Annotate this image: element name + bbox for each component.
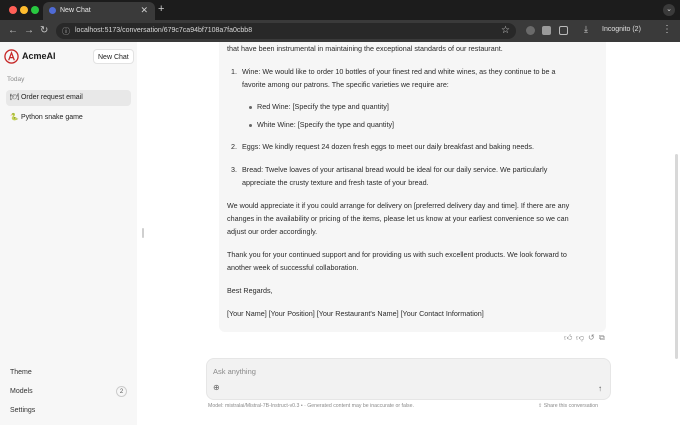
copy-icon[interactable]: ⧉ [599,333,605,343]
message-text: White Wine: [Specify the type and quanti… [257,120,395,129]
bullet-icon [249,106,252,109]
message-text: favorite among our patrons. The specific… [242,80,449,89]
settings-button[interactable]: Settings [10,407,35,414]
extension-icon[interactable] [526,26,535,35]
message-text: We would appreciate it if you could arra… [227,201,570,210]
message-input[interactable] [213,365,573,377]
sidebar: AcmeAI New Chat Today 🍽 Order request em… [0,42,137,425]
list-number: 1. [231,67,237,76]
minimize-window-button[interactable] [20,6,28,14]
browser-toolbar: ← → ↻ ⓘ localhost:5173/conversation/679c… [0,20,680,42]
brand-name: AcmeAI [22,51,56,61]
thumbs-up-icon[interactable]: 👍︎ [564,333,572,343]
chat-emoji-icon: 🐍 [10,114,19,121]
message-text: Bread: Twelve loaves of your artisanal b… [242,165,548,174]
scrollbar[interactable] [675,154,678,359]
models-button[interactable]: Models [10,388,33,395]
message-text: that have been instrumental in maintaini… [227,44,503,53]
message-text: Red Wine: [Specify the type and quantity… [257,102,389,111]
download-icon[interactable]: ⤓ [584,24,593,34]
list-number: 3. [231,165,237,174]
title-bar: New Chat ✕ + ⌄ [0,0,680,20]
message-text: Best Regards, [227,286,273,295]
model-disclaimer: Model: mistralai/Mistral-7B-Instruct-v0.… [208,403,414,409]
web-search-globe-icon[interactable]: ⊕ [213,383,223,393]
browser-tab[interactable]: New Chat ✕ [43,2,155,20]
message-text: Thank you for your continued support and… [227,250,567,259]
list-number: 2. [231,142,237,151]
acmeai-logo-icon [4,49,19,64]
address-bar[interactable]: ⓘ localhost:5173/conversation/679c7ca94b… [56,23,516,39]
tab-title: New Chat [60,7,91,14]
tab-close-icon[interactable]: ✕ [140,5,148,16]
message-text: Wine: We would like to order 10 bottles … [242,67,556,76]
close-window-button[interactable] [9,6,17,14]
bookmark-star-icon[interactable]: ☆ [501,25,510,36]
new-tab-button[interactable]: + [158,3,164,15]
assistant-message: that have been instrumental in maintaini… [219,42,606,332]
message-text: another week of successful collaboration… [227,263,359,272]
url-text[interactable]: localhost:5173/conversation/679c7ca94bf7… [75,27,252,34]
site-info-icon[interactable]: ⓘ [62,26,72,36]
tab-favicon-icon [49,7,56,14]
extensions-puzzle-icon[interactable] [559,26,568,35]
message-text: [Your Name] [Your Position] [Your Restau… [227,309,484,318]
bullet-icon [249,124,252,127]
regenerate-icon[interactable]: ↺ [588,333,595,342]
message-text: Eggs: We kindly request 24 dozen fresh e… [242,142,534,151]
share-label: Share this conversation [543,403,599,409]
models-count-badge: 2 [116,386,127,397]
extension-icon[interactable] [542,26,551,35]
browser-menu-icon[interactable]: ⋮ [662,24,672,35]
message-text: changes in the availability or pricing o… [227,214,569,223]
back-button[interactable]: ← [8,25,18,37]
browser-window: New Chat ✕ + ⌄ ← → ↻ ⓘ localhost:5173/co… [0,0,680,425]
send-button[interactable]: ↑ [595,384,605,394]
share-conversation-link[interactable]: ⇪ Share this conversation [538,403,598,409]
tab-search-button[interactable]: ⌄ [663,4,675,16]
sidebar-resize-handle[interactable] [142,228,144,238]
message-text: adjust our order accordingly. [227,227,318,236]
chat-emoji-icon: 🍽 [10,94,19,101]
incognito-indicator[interactable]: Incognito (2) [602,26,641,33]
chat-item-order-request[interactable]: 🍽 Order request email [6,90,131,106]
composer: ⊕ ↑ [206,358,611,400]
section-label-today: Today [7,76,25,83]
maximize-window-button[interactable] [31,6,39,14]
new-chat-button[interactable]: New Chat [93,49,134,64]
theme-button[interactable]: Theme [10,369,32,376]
reload-button[interactable]: ↻ [40,25,48,37]
forward-button[interactable]: → [24,25,34,37]
message-text: appreciate the crusty texture and fresh … [242,178,429,187]
thumbs-down-icon[interactable]: 👎︎ [576,333,584,343]
app-page: AcmeAI New Chat Today 🍽 Order request em… [0,42,680,425]
chat-item-python-snake[interactable]: 🐍 Python snake game [6,110,131,126]
chat-item-label: Python snake game [20,114,83,121]
chat-item-label: Order request email [20,94,83,101]
